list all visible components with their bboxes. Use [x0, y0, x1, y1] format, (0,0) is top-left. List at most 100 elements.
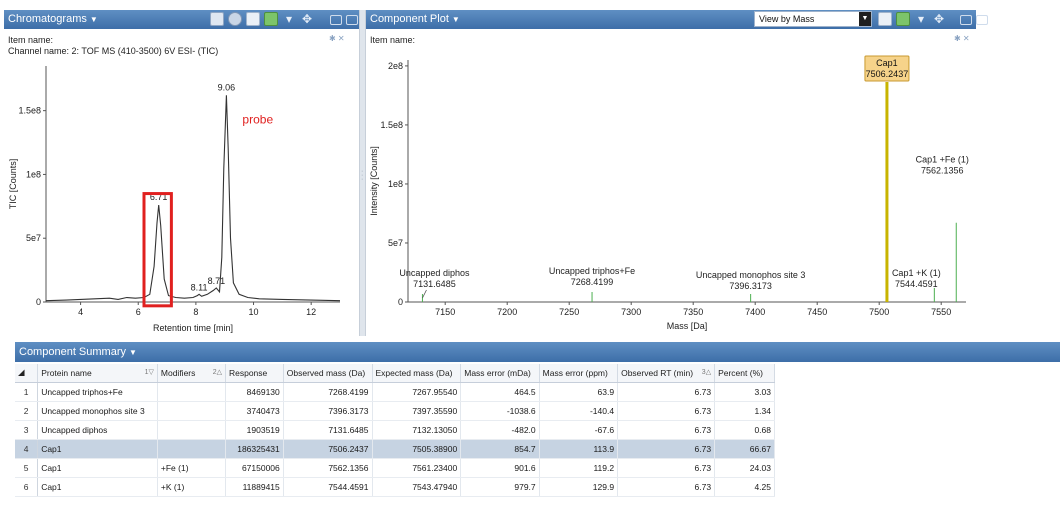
component-summary-menu[interactable]: Component Summary ▼ — [19, 342, 137, 363]
cell-err-ppm: 113.9 — [539, 439, 619, 459]
cell-expected: 7561.23400 — [372, 458, 462, 478]
row-index[interactable]: 2 — [15, 401, 39, 421]
cell-observed: 7544.4591 — [283, 477, 373, 497]
row-index[interactable]: 4 — [15, 439, 39, 459]
x-tick-label: 7250 — [559, 307, 579, 317]
peak-name-label: Uncapped monophos site 3 — [696, 270, 806, 280]
column-header-label: Modifiers — [160, 367, 196, 378]
probe-annotation: probe — [242, 112, 273, 126]
cell-protein: Uncapped diphos — [37, 420, 158, 440]
x-tick-label: 8 — [193, 307, 198, 317]
y-tick-label: 2e8 — [388, 61, 403, 71]
cell-rt: 6.73 — [617, 458, 716, 478]
cell-modifiers — [157, 382, 226, 402]
cell-err-mda: 464.5 — [460, 382, 540, 402]
cell-response: 3740473 — [225, 401, 284, 421]
cell-percent: 4.25 — [714, 477, 775, 497]
cell-observed: 7396.3173 — [283, 401, 373, 421]
column-header-label: Observed RT (min) — [621, 367, 694, 378]
cell-expected: 7132.13050 — [372, 420, 462, 440]
y-axis-label: Intensity [Counts] — [369, 146, 379, 216]
cell-percent: 0.68 — [714, 420, 775, 440]
x-tick-label: 10 — [249, 307, 259, 317]
x-tick-label: 7500 — [869, 307, 889, 317]
x-tick-label: 6 — [136, 307, 141, 317]
cell-modifiers: +K (1) — [157, 477, 226, 497]
y-axis-label: TIC [Counts] — [8, 159, 18, 210]
cell-err-ppm: 119.2 — [539, 458, 619, 478]
cell-modifiers — [157, 401, 226, 421]
x-axis-label: Mass [Da] — [667, 321, 708, 331]
cell-rt: 6.73 — [617, 439, 716, 459]
table-header-row: ◢ Protein name 1▽ Modifiers 2△ Response Ob… — [15, 364, 775, 383]
row-index[interactable]: 3 — [15, 420, 39, 440]
peak-name-label: Uncapped triphos+Fe — [549, 266, 635, 276]
cell-modifiers — [157, 439, 226, 459]
table-row[interactable]: 5 Cap1 +Fe (1) 67150006 7562.1356 7561.23400 9… — [15, 458, 775, 478]
x-tick-label: 4 — [78, 307, 83, 317]
y-tick-label: 5e7 — [388, 238, 403, 248]
x-axis-label: Retention time [min] — [153, 323, 233, 333]
component-plot[interactable]: 7150 7200 7250 7300 7350 7400 7450 7500 7550 0 5e7… — [366, 10, 976, 336]
column-header-expected-mass[interactable]: Expected mass (Da) — [372, 364, 462, 383]
peak-mass-label: 7506.2437 — [866, 69, 909, 79]
table-row[interactable]: 4 Cap1 186325431 7506.2437 7505.38900 854.7 11… — [15, 439, 775, 459]
column-header-response[interactable]: Response — [225, 364, 284, 383]
column-header-observed-mass[interactable]: Observed mass (Da) — [283, 364, 373, 383]
peak-mass-label: 7268.4199 — [571, 277, 614, 287]
cell-err-ppm: 63.9 — [539, 382, 619, 402]
cell-err-mda: -1038.6 — [460, 401, 540, 421]
pane-splitter[interactable]: · · · — [359, 10, 366, 336]
cell-response: 186325431 — [225, 439, 284, 459]
y-tick-label: 0 — [36, 297, 41, 307]
cell-rt: 6.73 — [617, 477, 716, 497]
cell-err-ppm: 129.9 — [539, 477, 619, 497]
column-header-label: Protein name — [41, 367, 92, 378]
x-tick-label: 7200 — [497, 307, 517, 317]
cell-err-ppm: -140.4 — [539, 401, 619, 421]
cell-modifiers — [157, 420, 226, 440]
column-header-protein[interactable]: Protein name 1▽ — [37, 364, 158, 383]
component-summary-pane: Component Summary ▼ ◢ Protein name 1▽ Modi… — [15, 342, 1060, 508]
y-tick-label: 5e7 — [26, 233, 41, 243]
tic-trace — [45, 95, 341, 302]
chromatogram-plot[interactable]: 4 6 8 10 12 0 5e7 1e8 1.5e8 Retention time [min] T… — [4, 10, 359, 336]
peak-name-label: Uncapped diphos — [399, 268, 470, 278]
grip-icon: · · · — [361, 168, 364, 183]
table-row[interactable]: 1 Uncapped triphos+Fe 8469130 7268.4199 7267… — [15, 382, 775, 402]
cell-expected: 7397.35590 — [372, 401, 462, 421]
cell-rt: 6.73 — [617, 420, 716, 440]
cell-protein: Cap1 — [37, 439, 158, 459]
table-row[interactable]: 6 Cap1 +K (1) 11889415 7544.4591 7543.47940 97… — [15, 477, 775, 497]
corner-header[interactable]: ◢ — [15, 364, 39, 383]
chevron-down-icon: ▼ — [129, 348, 137, 357]
table-row[interactable]: 3 Uncapped diphos 1903519 7131.6485 7132.130… — [15, 420, 775, 440]
column-header-modifiers[interactable]: Modifiers 2△ — [157, 364, 226, 383]
cell-response: 8469130 — [225, 382, 284, 402]
cell-protein: Uncapped monophos site 3 — [37, 401, 158, 421]
cell-observed: 7562.1356 — [283, 458, 373, 478]
cell-rt: 6.73 — [617, 382, 716, 402]
component-plot-pane: Component Plot ▼ View by Mass ▼ ▾ ✥ ✱ ✕ I… — [366, 10, 988, 336]
cell-expected: 7505.38900 — [372, 439, 462, 459]
component-summary-titlebar: Component Summary ▼ — [15, 342, 1060, 362]
row-index[interactable]: 6 — [15, 477, 39, 497]
column-header-observed-rt[interactable]: Observed RT (min) 3△ — [617, 364, 716, 383]
cell-response: 11889415 — [225, 477, 284, 497]
cell-percent: 3.03 — [714, 382, 775, 402]
column-header-mass-error-mda[interactable]: Mass error (mDa) — [460, 364, 540, 383]
cell-expected: 7267.95540 — [372, 382, 462, 402]
peak-mass-label: 7396.3173 — [729, 281, 772, 291]
row-index[interactable]: 5 — [15, 458, 39, 478]
table-row[interactable]: 2 Uncapped monophos site 3 3740473 7396.317… — [15, 401, 775, 421]
leader-line — [422, 289, 427, 299]
column-header-mass-error-ppm[interactable]: Mass error (ppm) — [539, 364, 619, 383]
x-tick-label: 7450 — [807, 307, 827, 317]
column-header-percent[interactable]: Percent (%) — [714, 364, 775, 383]
peak-mass-label: 7131.6485 — [413, 279, 456, 289]
cell-err-mda: 979.7 — [460, 477, 540, 497]
chromatograms-pane: Chromatograms ▼ ▾ ✥ ✱ ✕ Item name: Channe… — [4, 10, 359, 336]
row-index[interactable]: 1 — [15, 382, 39, 402]
peak-name-label: Cap1 +K (1) — [892, 268, 941, 278]
maximize-icon[interactable] — [976, 15, 988, 25]
